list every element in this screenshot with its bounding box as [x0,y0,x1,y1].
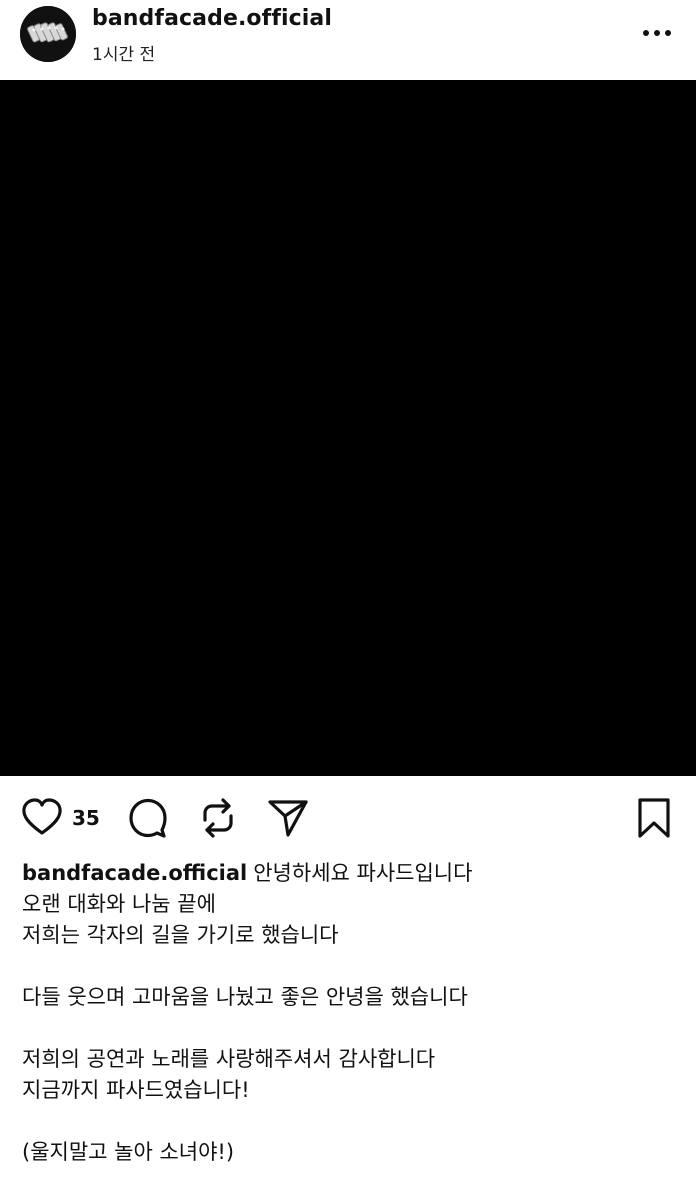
heart-icon [22,798,62,835]
save-button[interactable] [632,796,676,840]
band-logo-icon [20,6,76,62]
like-count[interactable]: 35 [72,806,100,830]
caption-text: 안녕하세요 파사드입니다 [253,861,473,885]
more-options-button[interactable] [636,18,680,48]
like-button[interactable] [20,796,64,840]
send-icon [268,800,308,837]
comment-bubble-icon [129,798,167,838]
more-dots-icon [643,30,671,36]
share-button[interactable] [266,796,310,840]
caption-line: 오랜 대화와 나눔 끝에 [22,892,216,916]
caption-line: 지금까지 파사드였습니다! [22,1078,250,1102]
caption-author[interactable]: bandfacade.official [22,861,247,885]
comment-button[interactable] [126,796,170,840]
repost-button[interactable] [196,796,240,840]
caption-line: 저희의 공연과 노래를 사랑해주셔서 감사합니다 [22,1047,436,1071]
post-author-username[interactable]: bandfacade.official [92,6,332,31]
post-caption: bandfacade.official 안녕하세요 파사드입니다 오랜 대화와 나… [22,858,674,1168]
caption-line: 저희는 각자의 길을 가기로 했습니다 [22,923,339,947]
post-action-bar: 35 [0,776,696,856]
caption-line: (울지말고 놀아 소녀야!) [22,1140,235,1164]
bookmark-icon [638,798,670,838]
post-image[interactable] [0,80,696,776]
post-header: bandfacade.official 1시간 전 [0,0,696,80]
avatar[interactable] [20,6,76,62]
caption-line: 다들 웃으며 고마움을 나눴고 좋은 안녕을 했습니다 [22,985,468,1009]
post-timestamp: 1시간 전 [92,45,156,65]
repost-icon [203,798,233,838]
caption-line: bandfacade.official 안녕하세요 파사드입니다 [22,858,674,889]
